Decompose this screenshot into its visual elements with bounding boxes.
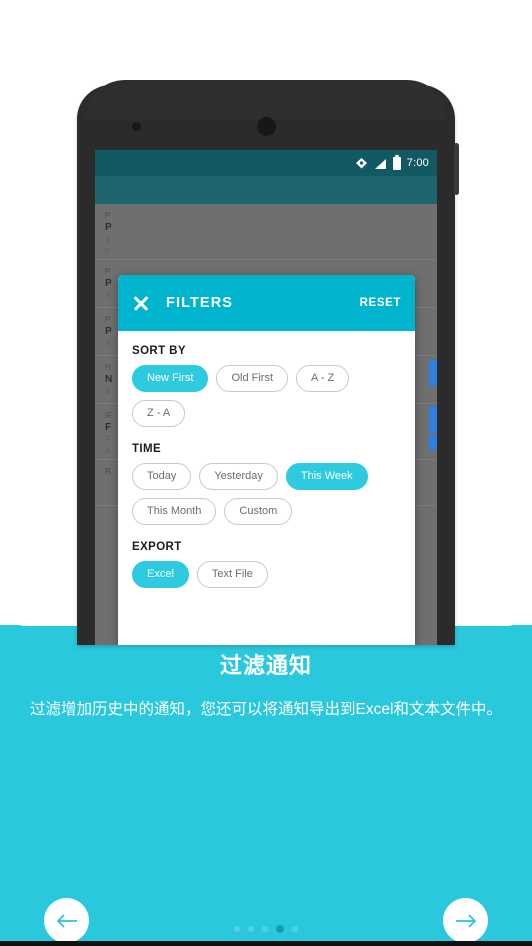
front-camera-icon xyxy=(257,117,276,136)
chip-this-week[interactable]: This Week xyxy=(285,463,368,490)
chip-text-file[interactable]: Text File xyxy=(196,561,268,588)
screen-root: 7:00 P P S o P P S P P S H N a IF F F a … xyxy=(0,0,532,946)
volume-button xyxy=(454,143,459,195)
chip-group-time: Today Yesterday This Week This Month Cus… xyxy=(132,463,401,525)
chip-this-month[interactable]: This Month xyxy=(132,498,217,525)
section-sort-by: SORT BY New First Old First A - Z Z - A xyxy=(132,345,401,427)
device-bottom-edge xyxy=(0,941,532,946)
front-sensor-icon xyxy=(132,122,141,131)
list-item-sub2: o xyxy=(105,246,110,255)
previous-button[interactable] xyxy=(44,898,89,943)
reset-button[interactable]: RESET xyxy=(360,297,401,309)
chip-z-a[interactable]: Z - A xyxy=(132,400,186,427)
page-dot-4-active[interactable] xyxy=(276,925,284,933)
filters-dialog: FILTERS RESET SORT BY New First Old Firs… xyxy=(118,275,415,645)
close-icon[interactable] xyxy=(132,294,150,312)
page-indicator xyxy=(0,925,532,933)
filters-dialog-body: SORT BY New First Old First A - Z Z - A … xyxy=(118,331,415,588)
chip-old-first[interactable]: Old First xyxy=(216,365,289,392)
signal-icon xyxy=(374,157,387,169)
list-item-sub: S xyxy=(105,235,111,244)
list-item-app: P xyxy=(105,211,111,220)
chip-group-sort-by: New First Old First A - Z Z - A xyxy=(132,365,401,427)
section-export: EXPORT Excel Text File xyxy=(132,541,401,588)
page-description: 过滤增加历史中的通知，您还可以将通知导出到Excel和文本文件中。 xyxy=(30,701,502,718)
chip-yesterday[interactable]: Yesterday xyxy=(199,463,278,490)
list-item-action-strip xyxy=(429,360,437,386)
page-title: 过滤通知 xyxy=(219,653,312,678)
chip-custom[interactable]: Custom xyxy=(224,498,293,525)
page-dot-3[interactable] xyxy=(262,926,268,932)
phone-body: 7:00 P P S o P P S P P S H N a IF F F a … xyxy=(77,80,459,645)
battery-icon xyxy=(392,154,401,170)
list-item-title: P xyxy=(105,222,112,233)
list-item: P P S o xyxy=(95,204,437,260)
list-item-action-strip xyxy=(429,406,437,432)
chip-new-first[interactable]: New First xyxy=(132,365,209,392)
chip-today[interactable]: Today xyxy=(132,463,192,490)
background-toolbar xyxy=(95,176,437,204)
status-bar-clock: 7:00 xyxy=(406,157,429,169)
status-bar: 7:00 xyxy=(95,150,437,176)
chip-a-z[interactable]: A - Z xyxy=(296,365,350,392)
next-button[interactable] xyxy=(443,898,488,943)
list-item-action-strip-2 xyxy=(429,434,437,450)
section-label-export: EXPORT xyxy=(132,541,182,553)
phone-screen: 7:00 P P S o P P S P P S H N a IF F F a … xyxy=(95,150,437,645)
page-dot-2[interactable] xyxy=(248,926,254,932)
chip-excel[interactable]: Excel xyxy=(132,561,189,588)
section-label-sort-by: SORT BY xyxy=(132,345,186,357)
page-dot-1[interactable] xyxy=(234,926,240,932)
phone-mockup: 7:00 P P S o P P S P P S H N a IF F F a … xyxy=(77,80,459,645)
chip-group-export: Excel Text File xyxy=(132,561,401,588)
section-label-time: TIME xyxy=(132,443,162,455)
dialog-title: FILTERS xyxy=(166,295,234,311)
page-dot-5[interactable] xyxy=(292,926,298,932)
filters-dialog-header: FILTERS RESET xyxy=(118,275,415,331)
wifi-icon xyxy=(355,157,368,169)
section-time: TIME Today Yesterday This Week This Mont… xyxy=(132,443,401,525)
